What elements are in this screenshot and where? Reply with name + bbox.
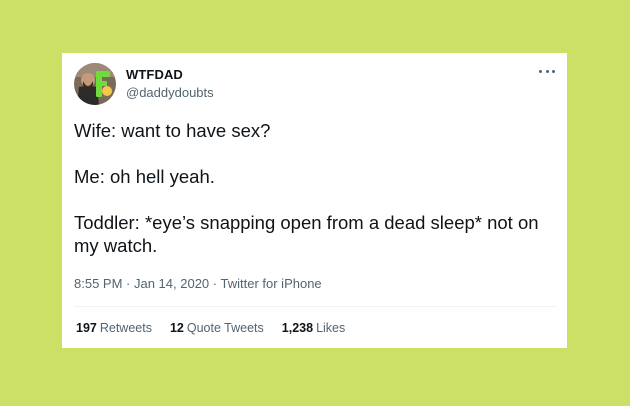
- quote-tweets-count: 12: [169, 321, 184, 335]
- tweet-line: Toddler: *eye’s snapping open from a dea…: [74, 212, 539, 256]
- retweets-label: Retweets: [99, 321, 152, 335]
- tweet-text: Wife: want to have sex? Me: oh hell yeah…: [74, 119, 552, 257]
- retweets-stat[interactable]: 197 Retweets: [76, 321, 152, 335]
- likes-stat[interactable]: 1,238 Likes: [282, 321, 345, 335]
- author-handle[interactable]: @daddydoubts: [126, 85, 214, 100]
- more-options-icon[interactable]: [539, 67, 555, 75]
- tweet-card[interactable]: WTFDAD @daddydoubts Wife: want to have s…: [62, 53, 567, 348]
- author-display-name[interactable]: WTFDAD: [126, 67, 183, 82]
- tweet-source[interactable]: Twitter for iPhone: [221, 276, 322, 291]
- more-dot: [539, 69, 542, 73]
- tweet-line: Wife: want to have sex?: [74, 120, 271, 141]
- tweet-time[interactable]: 8:55 PM: [74, 276, 122, 291]
- tweet-meta: 8:55 PM · Jan 14, 2020 · Twitter for iPh…: [74, 276, 322, 291]
- tweet-date[interactable]: Jan 14, 2020: [134, 276, 209, 291]
- author-avatar[interactable]: [74, 63, 116, 105]
- divider: [74, 306, 557, 307]
- meta-separator: ·: [122, 276, 134, 291]
- tweet-stats: 197 Retweets 12 Quote Tweets 1,238 Likes: [76, 321, 345, 335]
- more-dot: [545, 69, 549, 73]
- likes-label: Likes: [316, 321, 346, 335]
- likes-count: 1,238: [281, 321, 314, 335]
- avatar-photo-icon: [74, 63, 116, 105]
- quote-tweets-stat[interactable]: 12 Quote Tweets: [170, 321, 264, 335]
- quote-tweets-label: Quote Tweets: [186, 321, 264, 335]
- tweet-line: Me: oh hell yeah.: [74, 166, 215, 187]
- retweets-count: 197: [76, 321, 97, 335]
- meta-separator: ·: [209, 276, 221, 291]
- more-dot: [552, 69, 555, 73]
